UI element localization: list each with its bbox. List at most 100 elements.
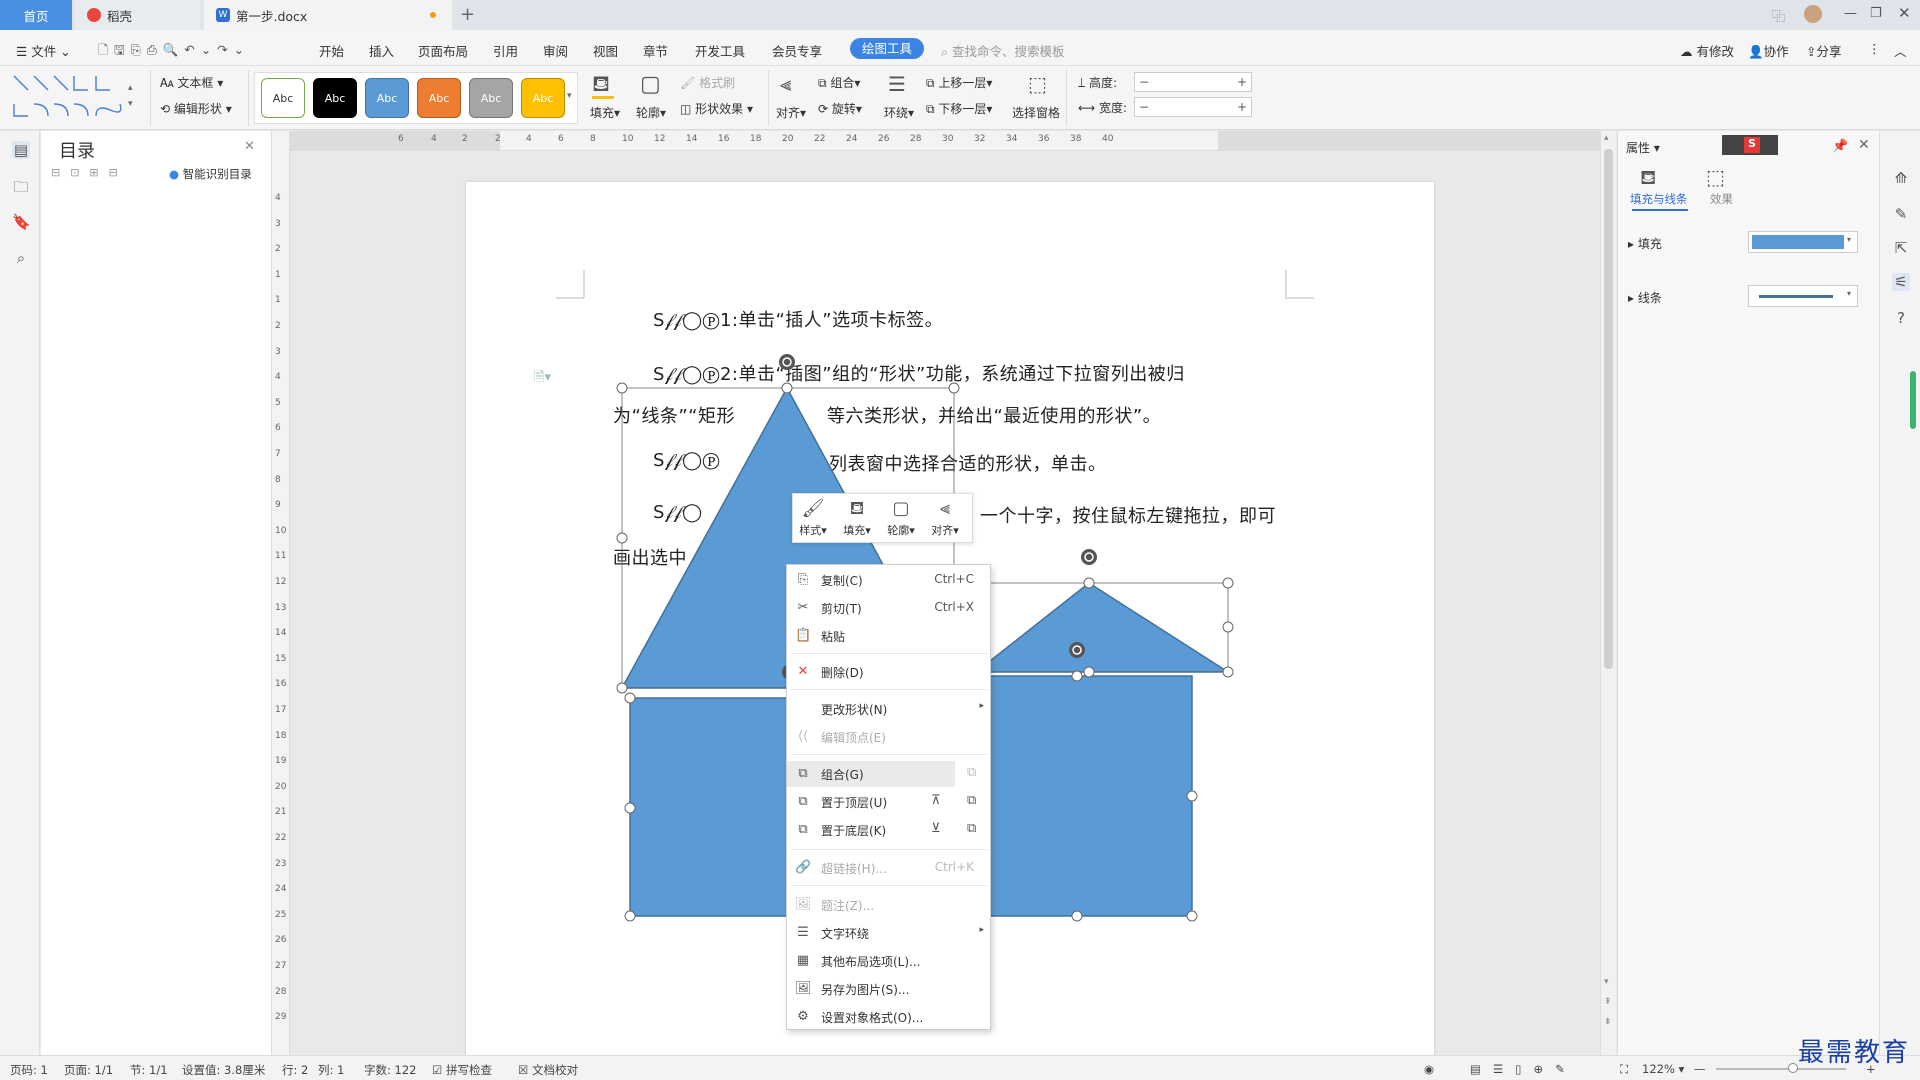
menu-item-group[interactable]: ⧉ 组合(G) bbox=[787, 761, 955, 787]
doc-line-3b[interactable]: 等六类形状，并给出“最近使用的形状”。 bbox=[827, 402, 1161, 428]
decrement-icon[interactable]: − bbox=[1139, 100, 1149, 114]
new-tab-button[interactable]: + bbox=[460, 4, 475, 25]
doc-line-5b[interactable]: 一个十字，按住鼠标左键拖拉，即可 bbox=[980, 502, 1276, 528]
menu-item-caption[interactable]: 🖼 题注(Z)... bbox=[787, 892, 992, 918]
line-style-picker[interactable]: ▾ bbox=[1748, 285, 1858, 307]
outline-view-icon[interactable]: ▤ bbox=[12, 141, 30, 159]
selection-pane-button[interactable]: 选择窗格 bbox=[1012, 104, 1060, 121]
mini-align-button[interactable]: ⫷ 对齐▾ bbox=[925, 498, 965, 538]
bring-above-text-icon[interactable]: ⊼ bbox=[931, 793, 941, 808]
group-button[interactable]: ⧉ 组合▾ bbox=[818, 74, 860, 91]
scroll-thumb[interactable] bbox=[1604, 149, 1613, 669]
menu-item-save-as-image[interactable]: 🖼 另存为图片(S)... bbox=[787, 976, 992, 1002]
menu-item-edit-points[interactable]: ⟨⟨ 编辑顶点(E) bbox=[787, 724, 992, 750]
proofread-button[interactable]: ☒ 文档校对 bbox=[518, 1062, 578, 1078]
send-below-text-icon[interactable]: ⊻ bbox=[931, 821, 941, 836]
next-page-icon[interactable]: ⇟ bbox=[1604, 1017, 1612, 1027]
menu-start[interactable]: 开始 bbox=[319, 41, 344, 60]
increment-icon[interactable]: + bbox=[1237, 100, 1247, 114]
command-search[interactable]: ⌕ 查找命令、搜索模板 bbox=[941, 41, 1065, 60]
zoom-out-icon[interactable]: — bbox=[1694, 1062, 1706, 1076]
eye-protect-icon[interactable]: ◉ bbox=[1424, 1062, 1434, 1076]
shape-style-6[interactable]: Abc bbox=[521, 78, 565, 118]
menu-review[interactable]: 审阅 bbox=[543, 41, 568, 60]
menu-chapter[interactable]: 章节 bbox=[643, 41, 668, 60]
menu-item-layout-options[interactable]: ▦ 其他布局选项(L)... bbox=[787, 948, 992, 974]
doc-line-3[interactable]: 为“线条”“矩形 bbox=[613, 402, 735, 428]
scroll-down-icon[interactable]: ▾ bbox=[1604, 977, 1609, 987]
fill-color-picker[interactable]: ▾ bbox=[1748, 231, 1858, 253]
vertical-scrollbar[interactable]: ▴ ▾ ⇞ ⇟ bbox=[1600, 131, 1616, 1055]
setting-value[interactable]: 设置值: 3.8厘米 bbox=[182, 1062, 265, 1078]
menu-item-copy[interactable]: ⎘ 复制(C) Ctrl+C bbox=[787, 567, 992, 593]
menu-item-send-to-back[interactable]: ⧉ 置于底层(K) bbox=[787, 817, 992, 843]
doc-line-6[interactable]: 画出选中 bbox=[613, 544, 687, 570]
cursor-icon[interactable]: ⇱ bbox=[1892, 239, 1910, 257]
smart-toc-button[interactable]: ● 智能识别目录 bbox=[169, 166, 252, 182]
send-backward-icon[interactable]: ⧉ bbox=[967, 821, 976, 836]
share-button[interactable]: ⇪分享 bbox=[1806, 41, 1842, 60]
send-backward-button[interactable]: ⧉ 下移一层▾ bbox=[926, 100, 992, 117]
modified-button[interactable]: ☁ 有修改 bbox=[1680, 41, 1734, 60]
word-count[interactable]: 字数: 122 bbox=[364, 1062, 416, 1078]
help-icon[interactable]: ? bbox=[1892, 309, 1910, 327]
menu-insert[interactable]: 插入 bbox=[369, 41, 394, 60]
properties-title[interactable]: 属性 ▾ bbox=[1626, 139, 1660, 156]
menu-developer[interactable]: 开发工具 bbox=[695, 41, 745, 60]
layout-icon[interactable]: ⿻ bbox=[1772, 6, 1785, 25]
minimize-icon[interactable]: — bbox=[1844, 6, 1857, 21]
menu-item-format-object[interactable]: ⚙ 设置对象格式(O)... bbox=[787, 1004, 992, 1030]
spell-check-button[interactable]: ☑ 拼写检查 bbox=[432, 1062, 492, 1078]
decrement-icon[interactable]: − bbox=[1139, 75, 1149, 89]
collab-button[interactable]: 👤协作 bbox=[1748, 41, 1789, 60]
menu-member[interactable]: 会员专享 bbox=[772, 41, 822, 60]
menu-view[interactable]: 视图 bbox=[593, 41, 618, 60]
tab-docer[interactable]: 稻壳 bbox=[75, 0, 200, 30]
mini-outline-button[interactable]: ▢ 轮廓▾ bbox=[881, 498, 921, 538]
tab-effects[interactable]: 效果 bbox=[1710, 191, 1733, 207]
file-menu[interactable]: ☰ 文件 ⌄ bbox=[16, 41, 71, 60]
menu-page-layout[interactable]: 页面布局 bbox=[418, 41, 468, 60]
outline-button[interactable]: 轮廓▾ bbox=[636, 104, 666, 121]
toc-expand-controls[interactable]: ⊟⊡⊞⊟ bbox=[51, 166, 128, 179]
tab-home[interactable]: 首页 bbox=[0, 0, 72, 30]
increment-icon[interactable]: + bbox=[1237, 75, 1247, 89]
shape-effects-button[interactable]: ◫ 形状效果 ▾ bbox=[680, 100, 753, 117]
scroll-up-icon[interactable]: ▴ bbox=[1604, 133, 1609, 143]
properties-settings-icon[interactable]: ⚟ bbox=[1892, 273, 1910, 291]
prev-page-icon[interactable]: ⇞ bbox=[1604, 997, 1612, 1007]
side-scroll-indicator[interactable] bbox=[1910, 371, 1916, 429]
close-window-icon[interactable]: ✕ bbox=[1898, 4, 1911, 22]
mini-fill-button[interactable]: ⛾ 填充▾ bbox=[837, 498, 877, 538]
rotate-button[interactable]: ⟳ 旋转▾ bbox=[818, 100, 862, 117]
close-icon[interactable]: ✕ bbox=[244, 139, 255, 154]
shape-style-5[interactable]: Abc bbox=[469, 78, 513, 118]
bookmark-icon[interactable]: 🔖 bbox=[12, 213, 31, 231]
menu-item-delete[interactable]: ✕ 删除(D) bbox=[787, 659, 992, 685]
shape-style-2[interactable]: Abc bbox=[313, 78, 357, 118]
restore-icon[interactable]: ❐ bbox=[1870, 6, 1882, 21]
zoom-level[interactable]: 122% ▾ bbox=[1642, 1062, 1684, 1076]
pin-icon[interactable]: 📌 bbox=[1832, 139, 1848, 154]
view-mode-icons[interactable]: ▤☰▯⊕✎ bbox=[1470, 1062, 1577, 1076]
section-count[interactable]: 节: 1/1 bbox=[130, 1062, 168, 1078]
tab-fill-line[interactable]: 填充与线条 bbox=[1630, 191, 1688, 207]
doc-line-1[interactable]: S𝒻𝒻◯Ⓟ1:单击“插人”选项卡标签。 bbox=[653, 306, 943, 332]
folder-icon[interactable]: 🗀 bbox=[12, 177, 30, 196]
menu-item-text-wrap[interactable]: ☰ 文字环绕 ▸ bbox=[787, 920, 992, 946]
shape-style-3[interactable]: Abc bbox=[365, 78, 409, 118]
more-icon[interactable]: ⋮ bbox=[1868, 41, 1881, 56]
collapse-ribbon-icon[interactable]: ︿ bbox=[1894, 41, 1907, 60]
menu-item-bring-to-front[interactable]: ⧉ 置于顶层(U) bbox=[787, 789, 992, 815]
fit-page-icon[interactable]: ⛶ bbox=[1620, 1062, 1628, 1077]
shape-icon[interactable]: ⟰ bbox=[1892, 169, 1910, 187]
menu-item-cut[interactable]: ✂ 剪切(T) Ctrl+X bbox=[787, 595, 992, 621]
menu-references[interactable]: 引用 bbox=[493, 41, 518, 60]
doc-line-4[interactable]: S𝒻𝒻◯Ⓟ bbox=[653, 450, 720, 471]
search-icon[interactable]: ⌕ bbox=[12, 249, 30, 267]
fill-button[interactable]: 填充▾ bbox=[590, 104, 620, 121]
ungroup-icon[interactable]: ⧉ bbox=[967, 765, 976, 780]
line-section[interactable]: ▸ 线条 bbox=[1628, 289, 1662, 306]
quick-access-toolbar[interactable]: 🗋🖫⎘⎙🔍↶⌄↷⌄ bbox=[98, 41, 250, 62]
shape-style-1[interactable]: Abc bbox=[261, 78, 305, 118]
